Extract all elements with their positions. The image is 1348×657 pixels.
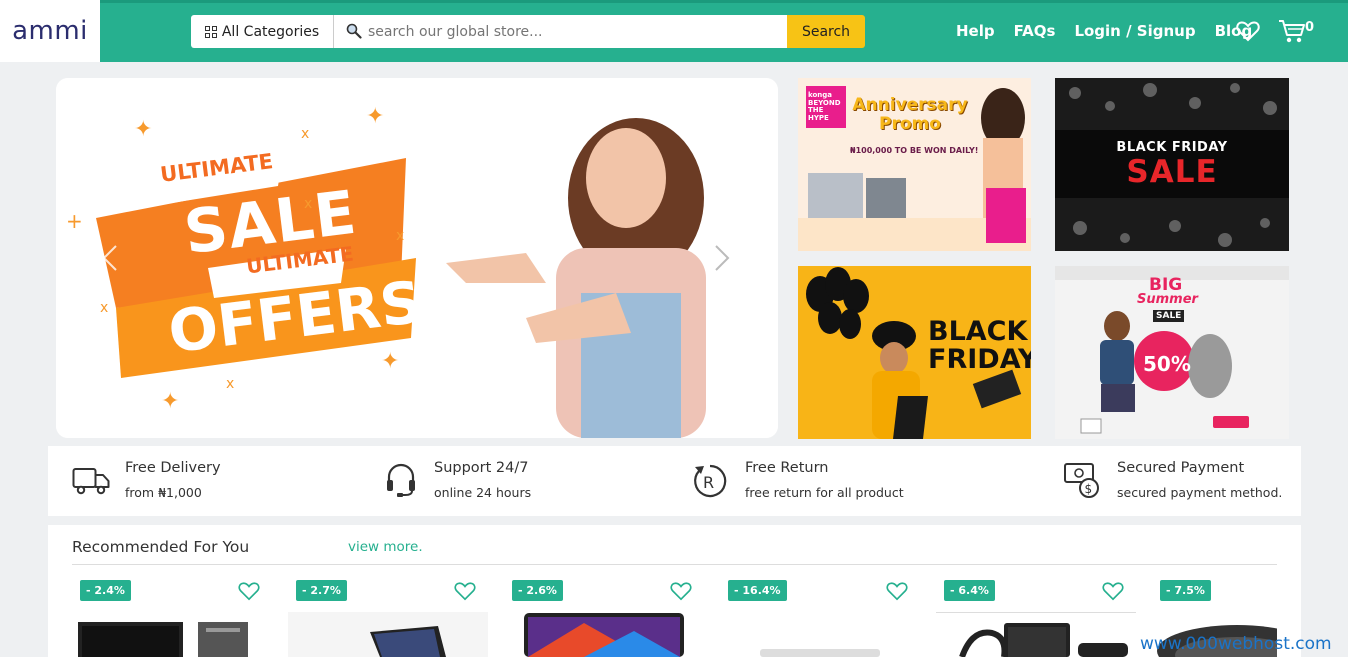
svg-text:$: $ [1085,482,1093,496]
promo-anniversary-brand: konga BEYOND THE HYPE [808,91,841,123]
feature-subtitle: free return for all product [745,485,904,500]
promo-black-friday[interactable]: BLACK FRIDAY [798,266,1031,439]
logo-text: ammi [12,16,88,46]
wishlist-heart-icon[interactable] [1236,20,1260,42]
promo-summer-label: Summer [1137,292,1198,307]
product-image [288,612,488,657]
product-image [959,623,1128,657]
promo-black-friday-label: BLACK FRIDAY [1116,140,1228,155]
promo-summer-sale-tag: SALE [1153,310,1185,322]
product-card[interactable]: - 2.4% [72,577,272,657]
promo-black-friday-title: BLACK FRIDAY [928,316,1031,375]
promo-big-summer-sale[interactable]: BIG Summer SALE 50% [1055,266,1289,439]
wishlist-heart-icon[interactable] [670,581,692,601]
features-strip: Free Delivery from ₦1,000 Support 24/7 o… [48,446,1301,516]
discount-badge: - 7.5% [1160,580,1211,601]
feature-subtitle: from ₦1,000 [125,485,202,500]
all-categories-dropdown[interactable]: All Categories [191,15,334,48]
product-card[interactable]: - 16.4% [720,577,920,657]
recommended-section: Recommended For You view more. - 2.4% - … [48,525,1301,657]
svg-text:✦: ✦ [366,104,384,129]
search-button[interactable]: Search [787,15,865,48]
secure-payment-icon: $ [1064,463,1099,498]
search-icon [346,23,362,39]
discount-badge: - 2.4% [80,580,131,601]
discount-badge: - 2.6% [512,580,563,601]
svg-text:✦: ✦ [134,117,152,142]
feature-title: Free Return [745,460,829,476]
nav-faqs[interactable]: FAQs [1014,22,1056,40]
discount-badge: - 2.7% [296,580,347,601]
svg-text:R: R [703,473,714,492]
search-input[interactable] [334,15,787,48]
discount-badge: - 6.4% [944,580,995,601]
hero-banner-image: ✦ ✦ ✦ ✦ + x x x x x [56,78,778,438]
grid-icon [204,25,217,38]
product-card[interactable]: - 2.6% [504,577,704,657]
feature-title: Free Delivery [125,460,221,476]
feature-subtitle: secured payment method. [1117,485,1283,500]
search-bar: All Categories Search [191,15,865,48]
svg-text:+: + [66,209,83,233]
product-image [524,613,684,657]
svg-text:✦: ✦ [161,389,179,414]
svg-text:✦: ✦ [381,349,399,374]
feature-subtitle: online 24 hours [434,485,532,500]
promo-anniversary-sub: ₦100,000 TO BE WON DAILY! [850,146,979,155]
truck-icon [72,468,110,495]
promo-sale-label: SALE [1126,154,1218,190]
logo[interactable]: ammi [0,0,100,62]
wishlist-heart-icon[interactable] [238,581,260,601]
category-label: All Categories [221,23,320,40]
hero-carousel[interactable]: ✦ ✦ ✦ ✦ + x x x x x ULTIMATE SALE ULTIMA… [56,78,778,438]
wishlist-heart-icon[interactable] [1102,581,1124,601]
product-image [78,622,248,657]
promo-black-friday-sale[interactable]: BLACK FRIDAY SALE [1055,78,1289,251]
svg-text:x: x [396,228,404,244]
product-card[interactable]: - 2.7% [288,577,488,657]
header-nav: Help FAQs Login / Signup Blog [956,22,1271,40]
product-card[interactable]: - 6.4% [936,577,1136,657]
promo-anniversary-title: Anniversary Promo [852,95,968,134]
promo-50-percent: 50% [1143,352,1191,376]
view-more-link[interactable]: view more. [348,539,423,555]
cart-count: 0 [1305,20,1315,35]
headset-icon [387,463,415,497]
svg-text:x: x [226,376,234,392]
divider [72,564,1277,565]
promo-anniversary[interactable]: konga BEYOND THE HYPE Anniversary Promo … [798,78,1031,251]
product-image [760,649,880,657]
nav-login-signup[interactable]: Login / Signup [1074,22,1195,40]
feature-title: Secured Payment [1117,460,1245,476]
nav-help[interactable]: Help [956,22,995,40]
wishlist-heart-icon[interactable] [454,581,476,601]
svg-text:x: x [100,300,108,316]
discount-badge: - 16.4% [728,580,787,601]
wishlist-heart-icon[interactable] [886,581,908,601]
hosting-watermark[interactable]: www.000webhost.com [1140,634,1332,654]
svg-text:x: x [301,126,309,142]
recommended-title: Recommended For You [72,538,250,556]
feature-title: Support 24/7 [434,460,529,476]
return-icon: R [694,464,727,498]
cart-icon[interactable] [1278,18,1306,44]
